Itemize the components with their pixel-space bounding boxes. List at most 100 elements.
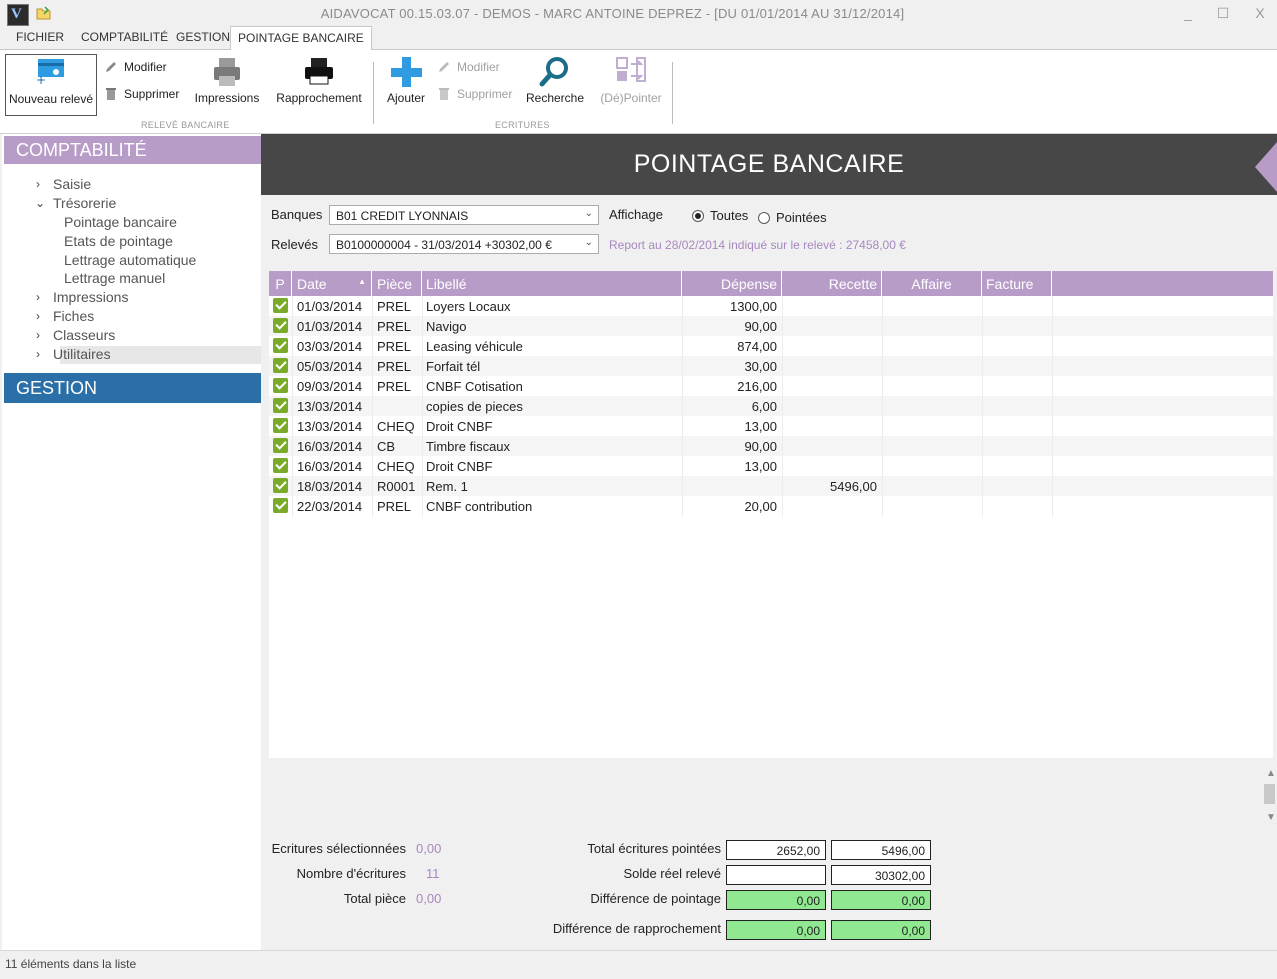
close-button[interactable]: X	[1246, 3, 1274, 23]
toutes-label[interactable]: Toutes	[710, 208, 748, 223]
new-statement-icon: +	[36, 59, 64, 85]
column-header-facture[interactable]: Facture	[982, 271, 1052, 296]
depointer-button[interactable]: (Dé)Pointer	[597, 54, 665, 116]
pointed-checkbox[interactable]	[273, 298, 288, 313]
trash-icon	[439, 88, 449, 100]
piece-cell: PREL	[377, 299, 411, 314]
pointed-checkbox[interactable]	[273, 498, 288, 513]
chevron-down-icon[interactable]: ⌄	[35, 196, 45, 210]
piece-cell: PREL	[377, 359, 411, 374]
piece-cell: CHEQ	[377, 459, 415, 474]
recherche-label: Recherche	[525, 91, 585, 105]
nav-item-tresorerie[interactable]: Trésorerie	[53, 195, 116, 211]
piece-cell: CB	[377, 439, 396, 454]
piece-cell: PREL	[377, 379, 411, 394]
chevron-right-icon[interactable]: ›	[36, 290, 40, 304]
pointed-checkbox[interactable]	[273, 318, 288, 333]
pointed-checkbox[interactable]	[273, 378, 288, 393]
pointees-label[interactable]: Pointées	[776, 210, 827, 225]
pointed-checkbox[interactable]	[273, 338, 288, 353]
table-row[interactable]: 16/03/2014 CHEQ Droit CNBF 13,00	[269, 456, 1273, 476]
tab-gestion[interactable]: GESTION	[176, 30, 230, 44]
navigation-panel: COMPTABILITÉ › Saisie ⌄ Trésorerie Point…	[0, 134, 277, 950]
scroll-down-arrow[interactable]: ▼	[1266, 812, 1276, 823]
table-row[interactable]: 18/03/2014 R0001 Rem. 1 5496,00	[269, 476, 1273, 496]
nav-item-utilitaires[interactable]: Utilitaires	[53, 346, 111, 362]
chevron-right-icon[interactable]: ›	[36, 177, 40, 191]
column-header-piece[interactable]: Pièce	[372, 271, 422, 296]
nav-item-impressions[interactable]: Impressions	[53, 289, 128, 305]
column-header-affaire[interactable]: Affaire	[882, 271, 982, 296]
table-row[interactable]: 13/03/2014 CHEQ Droit CNBF 13,00	[269, 416, 1273, 436]
pointed-checkbox[interactable]	[273, 478, 288, 493]
tab-fichier[interactable]: FICHIER	[16, 30, 64, 44]
minimize-button[interactable]: _	[1174, 3, 1202, 23]
solde-reel-depense-field[interactable]	[726, 865, 826, 885]
column-header-date[interactable]: Date ▲	[292, 271, 372, 296]
table-row[interactable]: 01/03/2014 PREL Loyers Locaux 1300,00	[269, 296, 1273, 316]
nav-item-classeurs[interactable]: Classeurs	[53, 327, 115, 343]
nav-item-lettrage-auto[interactable]: Lettrage automatique	[64, 252, 196, 268]
pointer-toggle-icon	[616, 57, 646, 82]
depense-cell: 1300,00	[730, 299, 777, 314]
date-cell: 16/03/2014	[297, 439, 363, 454]
column-header-recette[interactable]: Recette	[782, 271, 882, 296]
rapprochement-button[interactable]: Rapprochement	[272, 54, 366, 116]
releves-select[interactable]: B0100000004 - 31/03/2014 +30302,00 € ⌄	[329, 234, 599, 254]
nav-header-gestion[interactable]: GESTION	[4, 373, 263, 403]
chevron-right-icon[interactable]: ›	[36, 328, 40, 342]
tab-pointage-bancaire[interactable]: POINTAGE BANCAIRE	[230, 26, 372, 51]
depointer-label: (Dé)Pointer	[600, 91, 662, 105]
nav-item-pointage-bancaire[interactable]: Pointage bancaire	[64, 214, 177, 230]
pointed-checkbox[interactable]	[273, 438, 288, 453]
affichage-label: Affichage	[609, 207, 663, 222]
nav-header-comptabilite[interactable]: COMPTABILITÉ	[4, 136, 277, 164]
solde-reel-recette-field[interactable]: 30302,00	[831, 865, 931, 885]
nav-item-etats-pointage[interactable]: Etats de pointage	[64, 233, 173, 249]
pointed-checkbox[interactable]	[273, 418, 288, 433]
libelle-cell: copies de pieces	[426, 399, 523, 414]
ajouter-button[interactable]: Ajouter	[382, 54, 430, 116]
table-row[interactable]: 16/03/2014 CB Timbre fiscaux 90,00	[269, 436, 1273, 456]
column-header-p[interactable]: P	[269, 271, 292, 296]
difference-rapprochement-label: Différence de rapprochement	[552, 921, 721, 936]
difference-pointage-depense-field: 0,00	[726, 890, 826, 910]
chevron-right-icon[interactable]: ›	[36, 309, 40, 323]
maximize-button[interactable]: ☐	[1209, 3, 1237, 23]
libelle-cell: Leasing véhicule	[426, 339, 523, 354]
pointed-checkbox[interactable]	[273, 398, 288, 413]
date-cell: 18/03/2014	[297, 479, 363, 494]
pointed-checkbox[interactable]	[273, 458, 288, 473]
recherche-button[interactable]: Recherche	[524, 54, 586, 116]
table-row[interactable]: 22/03/2014 PREL CNBF contribution 20,00	[269, 496, 1273, 516]
chevron-right-icon[interactable]: ›	[36, 347, 40, 361]
banques-select[interactable]: B01 CREDIT LYONNAIS ⌄	[329, 205, 599, 225]
scroll-up-arrow[interactable]: ▲	[1266, 768, 1276, 779]
nav-item-lettrage-manuel[interactable]: Lettrage manuel	[64, 270, 165, 286]
nav-item-fiches[interactable]: Fiches	[53, 308, 94, 324]
chevron-down-icon: ⌄	[584, 237, 593, 248]
table-row[interactable]: 09/03/2014 PREL CNBF Cotisation 216,00	[269, 376, 1273, 396]
nouveau-releve-button[interactable]: + Nouveau relevé	[5, 54, 97, 116]
table-row[interactable]: 03/03/2014 PREL Leasing véhicule 874,00	[269, 336, 1273, 356]
supprimer-label: Supprimer	[124, 87, 180, 101]
column-header-libelle[interactable]: Libellé	[422, 271, 682, 296]
pointed-checkbox[interactable]	[273, 358, 288, 373]
depense-cell: 20,00	[744, 499, 777, 514]
table-row[interactable]: 01/03/2014 PREL Navigo 90,00	[269, 316, 1273, 336]
column-header-depense[interactable]: Dépense	[682, 271, 782, 296]
depense-cell: 13,00	[744, 419, 777, 434]
pointees-radio[interactable]	[758, 212, 770, 224]
ecritures-table: P Date ▲ Pièce Libellé Dépense Recette A…	[269, 271, 1273, 758]
difference-pointage-recette-field: 0,00	[831, 890, 931, 910]
table-row[interactable]: 05/03/2014 PREL Forfait tél 30,00	[269, 356, 1273, 376]
scrollbar-thumb[interactable]	[1264, 784, 1275, 804]
tab-comptabilite[interactable]: COMPTABILITÉ	[81, 30, 168, 44]
toutes-radio[interactable]	[692, 210, 704, 222]
nav-item-saisie[interactable]: Saisie	[53, 176, 91, 192]
ajouter-label: Ajouter	[386, 91, 426, 105]
difference-rapprochement-depense-field: 0,00	[726, 920, 826, 940]
supprimer-label: Supprimer	[457, 87, 513, 101]
impressions-button[interactable]: Impressions	[190, 54, 264, 116]
table-row[interactable]: 13/03/2014 copies de pieces 6,00	[269, 396, 1273, 416]
